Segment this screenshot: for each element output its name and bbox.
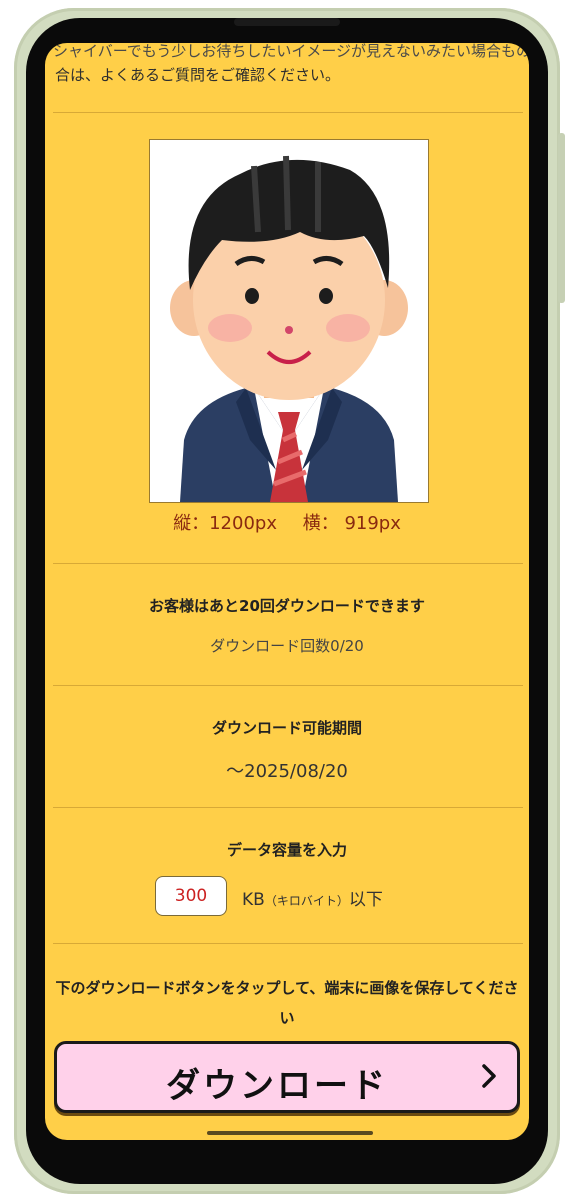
photo-dimensions: 縦：1200px 横： 919px (45, 509, 529, 535)
height-label: 縦：1200px (173, 513, 277, 534)
chevron-right-icon (482, 1064, 496, 1088)
download-count-label: ダウンロード回数0/20 (210, 637, 364, 655)
data-size-title: データ容量を入力 (226, 841, 347, 859)
businessman-portrait-icon (150, 140, 428, 502)
remaining-downloads-title: お客様はあと20回ダウンロードできます (149, 597, 425, 615)
width-label: 横： 919px (302, 513, 401, 534)
divider (53, 563, 523, 564)
unit-suffix: 以下 (348, 890, 383, 910)
data-size-unit: KB（キロバイト）以下 (242, 885, 383, 910)
download-button[interactable]: ダウンロード (54, 1041, 520, 1113)
id-photo-preview (149, 139, 429, 503)
divider (53, 943, 523, 944)
data-size-row: KB（キロバイト）以下 (45, 876, 529, 920)
download-period-value: ～2025/08/20 (226, 761, 348, 782)
download-button-label: ダウンロード (166, 1066, 388, 1106)
home-indicator[interactable] (207, 1131, 373, 1135)
app-screen: シャイバーでもう少しお待ちしたいイメージが見えないみたい場合ものでいます 合は、… (45, 43, 529, 1140)
unit-kb: KB (242, 890, 265, 910)
download-period-title: ダウンロード可能期間 (211, 719, 362, 737)
download-instruction: 下のダウンロードボタンをタップして、端末に画像を保存してください (55, 979, 519, 1027)
data-size-input[interactable] (155, 876, 227, 916)
unit-kilobyte: （キロバイト） (264, 894, 349, 908)
divider (53, 685, 523, 686)
divider (53, 807, 523, 808)
phone-side-button (558, 133, 565, 303)
camera-lens (259, 14, 315, 74)
divider (53, 112, 523, 113)
